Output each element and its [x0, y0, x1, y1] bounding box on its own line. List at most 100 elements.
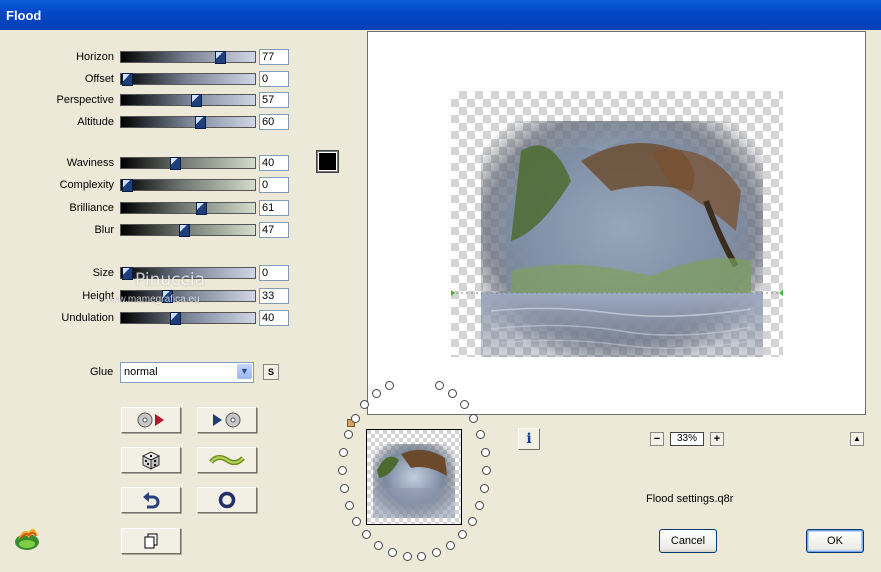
navigator-dot — [339, 447, 349, 457]
slider-row-blur: Blur 47 — [0, 222, 300, 238]
navigator-dot — [374, 540, 384, 550]
zoom-in-button[interactable]: + — [710, 432, 724, 446]
slider-label: Horizon — [76, 51, 114, 63]
undo-button[interactable] — [121, 487, 181, 513]
chevron-down-icon[interactable]: ▼ — [237, 364, 252, 379]
slider-knob[interactable] — [194, 116, 206, 129]
slider-knob[interactable] — [195, 202, 207, 215]
altitude-slider[interactable] — [120, 116, 256, 129]
slider-knob[interactable] — [190, 94, 202, 107]
slider-row-complexity: Complexity 0 — [0, 177, 300, 193]
slider-label: Blur — [94, 224, 114, 236]
navigator-dot — [434, 381, 444, 391]
slider-row-waviness: Waviness 40 — [0, 155, 300, 171]
save-preset-button[interactable] — [197, 407, 257, 433]
slider-label: Offset — [84, 73, 114, 85]
navigator-dot — [467, 516, 477, 526]
navigator-dot — [344, 500, 354, 510]
reset-button[interactable] — [197, 487, 257, 513]
slider-row-offset: Offset 0 — [0, 71, 300, 87]
offset-value-field[interactable]: 0 — [259, 71, 289, 87]
brilliance-slider[interactable] — [120, 202, 256, 215]
random-button[interactable] — [121, 447, 181, 473]
slider-label: Size — [92, 267, 114, 279]
glue-label: Glue — [90, 366, 114, 378]
cancel-button[interactable]: Cancel — [659, 529, 717, 553]
copy-icon — [144, 533, 158, 549]
complexity-slider[interactable] — [120, 179, 256, 192]
brilliance-value-field[interactable]: 61 — [259, 200, 289, 216]
slider-label: Perspective — [56, 94, 114, 106]
perspective-slider[interactable] — [120, 94, 256, 107]
slider-row-altitude: Altitude 60 — [0, 114, 300, 130]
navigator-dot — [475, 500, 485, 510]
settings-filename: Flood settings.q8r — [646, 493, 734, 505]
slider-knob[interactable] — [170, 312, 182, 325]
plugin-logo-icon — [15, 528, 39, 550]
slider-knob[interactable] — [170, 157, 182, 170]
navigator-dot — [350, 414, 360, 424]
zoom-out-button[interactable]: − — [650, 432, 664, 446]
ring-icon — [218, 491, 236, 509]
slider-knob[interactable] — [122, 179, 133, 192]
undulation-value-field[interactable]: 40 — [259, 310, 289, 326]
glue-select[interactable]: normal ▼ — [120, 362, 254, 383]
disc-save-icon — [213, 412, 241, 428]
slider-label: Undulation — [61, 312, 114, 324]
wave-icon — [209, 454, 245, 466]
horizon-value-field[interactable]: 77 — [259, 49, 289, 65]
navigator-thumbnail[interactable] — [366, 429, 462, 525]
slider-row-undulation: Undulation 40 — [0, 310, 300, 326]
navigator-dot — [476, 430, 486, 440]
horizon-slider[interactable] — [120, 51, 256, 64]
blur-value-field[interactable]: 47 — [259, 222, 289, 238]
color-swatch[interactable] — [316, 150, 339, 173]
load-preset-button[interactable] — [121, 407, 181, 433]
navigator-dot — [445, 540, 455, 550]
expand-up-button[interactable]: ▲ — [850, 432, 864, 446]
wave-button[interactable] — [197, 447, 257, 473]
dialog-client: Horizon 77 Offset 0 Perspective 57 Altit… — [0, 30, 881, 572]
complexity-value-field[interactable]: 0 — [259, 177, 289, 193]
navigator-dot — [338, 465, 347, 475]
navigator-preview-image — [367, 430, 461, 524]
slider-knob[interactable] — [215, 51, 227, 64]
size-value-field[interactable]: 0 — [259, 265, 289, 281]
slider-knob[interactable] — [122, 267, 133, 280]
copy-button[interactable] — [121, 528, 181, 554]
slider-knob[interactable] — [178, 224, 190, 237]
altitude-value-field[interactable]: 60 — [259, 114, 289, 130]
navigator-dot — [362, 529, 372, 539]
preview-canvas — [451, 91, 783, 357]
slider-knob[interactable] — [122, 73, 133, 86]
preview-area[interactable] — [367, 31, 866, 415]
slider-label: Waviness — [66, 157, 114, 169]
undulation-slider[interactable] — [120, 312, 256, 325]
waviness-slider[interactable] — [120, 157, 256, 170]
waviness-value-field[interactable]: 40 — [259, 155, 289, 171]
navigator-dot — [417, 551, 427, 561]
navigator-dot — [481, 465, 491, 475]
watermark-text: Pinuccia — [135, 270, 205, 290]
title-bar[interactable]: Flood — [0, 0, 881, 30]
glue-s-button[interactable]: S — [263, 364, 279, 380]
window-title: Flood — [6, 8, 42, 23]
slider-row-perspective: Perspective 57 — [0, 92, 300, 108]
glue-value: normal — [124, 366, 158, 378]
watermark-url: www.mamegrafica.eu — [104, 294, 200, 305]
navigator-dot — [469, 414, 479, 424]
height-value-field[interactable]: 33 — [259, 288, 289, 304]
zoom-level: 33% — [670, 432, 704, 446]
blur-slider[interactable] — [120, 224, 256, 237]
navigator-dot — [339, 483, 349, 493]
slider-label: Altitude — [77, 116, 114, 128]
navigator-dot — [480, 483, 490, 493]
slider-row-brilliance: Brilliance 61 — [0, 200, 300, 216]
slider-label: Complexity — [59, 179, 114, 191]
perspective-value-field[interactable]: 57 — [259, 92, 289, 108]
ok-button[interactable]: OK — [806, 529, 864, 553]
navigator-dot — [457, 529, 467, 539]
info-button[interactable]: i — [518, 428, 540, 450]
offset-slider[interactable] — [120, 73, 256, 86]
dice-icon — [141, 451, 161, 470]
